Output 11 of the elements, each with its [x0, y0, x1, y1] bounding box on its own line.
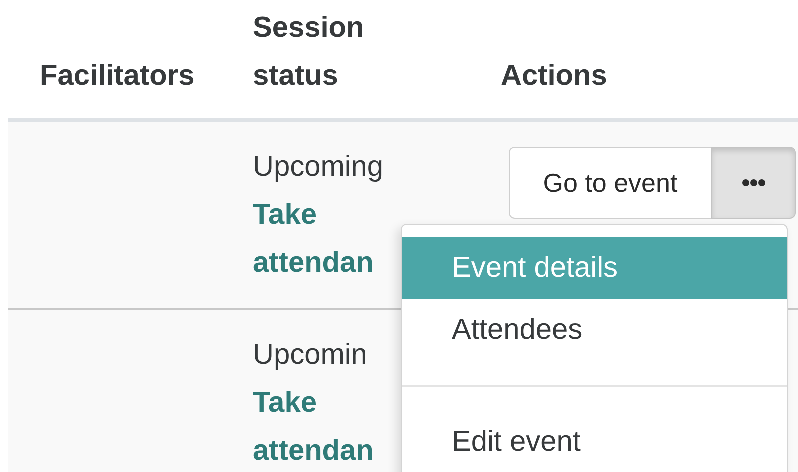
- take-attendance-link[interactable]: Take attendan: [253, 379, 393, 472]
- menu-item[interactable]: Edit event: [402, 411, 787, 472]
- go-to-event-button[interactable]: Go to event: [509, 147, 711, 219]
- column-header: Session status: [253, 11, 366, 94]
- session-status: Upcoming: [253, 150, 385, 185]
- menu-item[interactable]: Attendees: [402, 299, 787, 361]
- session-status: Upcomin: [253, 338, 368, 373]
- more-button[interactable]: [711, 147, 796, 219]
- take-attendance-link[interactable]: Take attendan: [253, 191, 393, 287]
- ellipsis-icon: [742, 179, 766, 187]
- column-header: Actions: [501, 59, 608, 94]
